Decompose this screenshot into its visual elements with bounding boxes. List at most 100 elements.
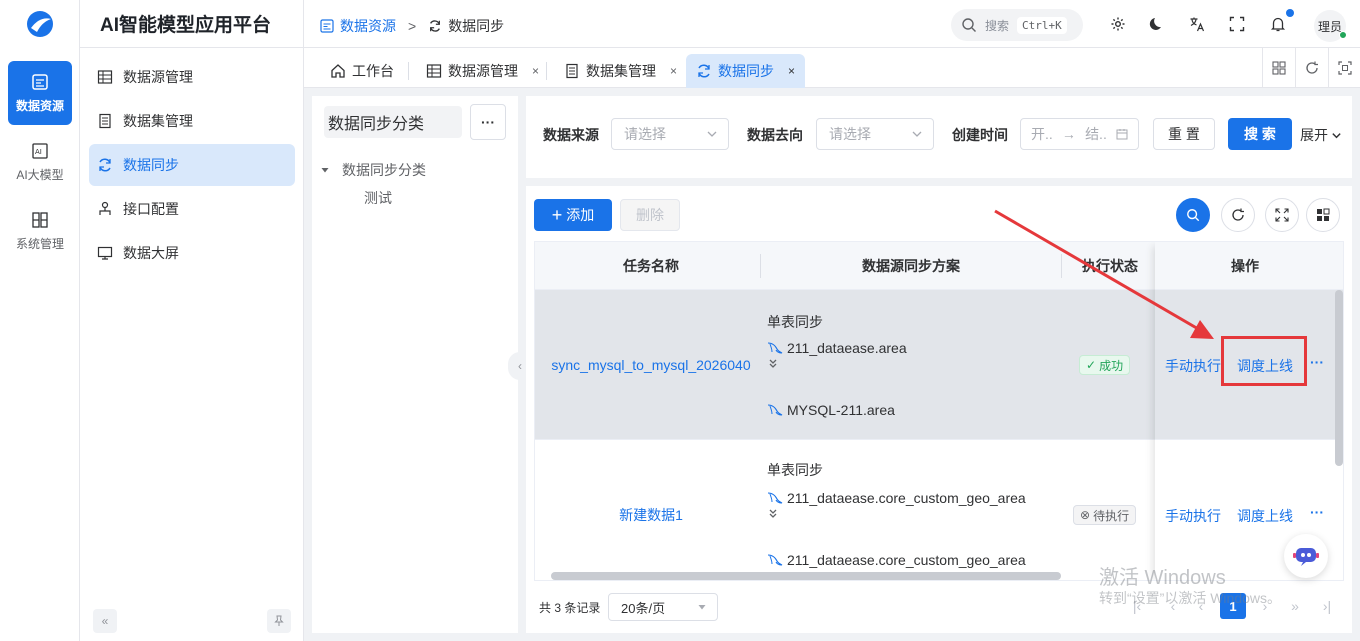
rail-item-data-resource[interactable]: 数据资源 [8, 61, 72, 125]
expand-filters-toggle[interactable]: 展开 [1300, 125, 1342, 145]
tab-close-icon[interactable]: × [788, 64, 795, 78]
fullscreen-icon[interactable] [1227, 14, 1247, 34]
tab-workbench[interactable]: 工作台 [320, 54, 404, 88]
total-records: 共 3 条记录 [539, 601, 601, 615]
plus-icon: + [551, 205, 563, 225]
menu-item-datasource[interactable]: 数据源管理 [89, 56, 295, 98]
sync-plan-cell: 单表同步 211_dataease.area MYSQL-211.area [767, 290, 1067, 440]
mysql-dolphin-icon [767, 491, 783, 505]
search-icon [961, 17, 977, 33]
rail-item-label: 系统管理 [15, 236, 64, 251]
settings-gear-icon[interactable] [1108, 14, 1128, 34]
app-logo-icon[interactable] [26, 10, 54, 38]
more-actions-icon[interactable]: ··· [1310, 504, 1324, 520]
mysql-dolphin-icon [767, 341, 783, 355]
table-refresh-icon[interactable] [1221, 198, 1255, 232]
reset-button[interactable]: 重 置 [1153, 118, 1215, 150]
rail-item-ai-model[interactable]: AI AI大模型 [8, 130, 72, 194]
dark-mode-moon-icon[interactable] [1147, 14, 1167, 34]
dataset-icon [564, 63, 580, 79]
add-button[interactable]: + 添加 [534, 199, 612, 231]
arrow-down-icon [767, 358, 779, 370]
ai-chip-icon: AI [31, 142, 49, 160]
schedule-online-link[interactable]: 调度上线 [1237, 506, 1293, 526]
interface-icon [97, 201, 113, 217]
close-circle-icon: ⊗ [1080, 508, 1091, 522]
tab-label: 数据同步 [718, 63, 774, 79]
tab-dataset[interactable]: 数据集管理 × [554, 54, 687, 88]
notification-bell-icon[interactable] [1268, 14, 1288, 34]
mysql-dolphin-icon [767, 553, 783, 567]
plan-type: 单表同步 [767, 314, 823, 330]
tree-node-child[interactable]: 测试 [364, 188, 392, 208]
status-badge: ⊗ 待执行 [1073, 505, 1137, 525]
home-icon [330, 63, 346, 79]
global-search[interactable]: 搜索 Ctrl+K [951, 9, 1083, 41]
check-circle-icon: ✓ [1086, 358, 1097, 372]
rail-item-system[interactable]: 系统管理 [8, 199, 72, 263]
layout-grid-icon[interactable] [1262, 48, 1294, 88]
menu-item-label: 数据集管理 [123, 113, 193, 129]
filter-bar: 数据来源 请选择 数据去向 请选择 创建时间 开.. → 结.. 重 置 搜 索… [526, 96, 1352, 178]
breadcrumb-item[interactable]: 数据资源 [340, 16, 396, 36]
vertical-scrollbar[interactable] [1335, 290, 1343, 466]
highlight-box [1221, 336, 1307, 386]
table-fullscreen-icon[interactable] [1265, 198, 1299, 232]
filter-time-label: 创建时间 [952, 127, 1008, 143]
search-button[interactable]: 搜 索 [1228, 118, 1292, 150]
date-range-picker[interactable]: 开.. → 结.. [1020, 118, 1139, 150]
more-actions-icon[interactable]: ··· [1310, 354, 1324, 370]
tab-data-sync[interactable]: 数据同步 × [686, 54, 806, 88]
table-panel: + 添加 删除 任务名称 数据源同步方案 执行状态 操作 sync_mysql_… [526, 186, 1352, 633]
tab-close-icon[interactable]: × [670, 64, 677, 78]
toggle-search-icon[interactable] [1176, 198, 1210, 232]
add-button-label: 添加 [566, 207, 595, 223]
column-header-status: 执行状态 [1082, 258, 1138, 274]
tab-divider [546, 62, 547, 80]
category-tree-panel: 数据同步分类 ··· 数据同步分类 测试 [312, 96, 518, 633]
dataset-icon [97, 113, 113, 129]
caret-down-icon [320, 165, 330, 175]
last-page-button[interactable]: ›| [1314, 593, 1340, 619]
column-header-task-name: 任务名称 [623, 258, 679, 274]
menu-item-dashboard[interactable]: 数据大屏 [89, 232, 295, 274]
page-size-select[interactable]: 20条/页 [608, 593, 718, 621]
search-shortcut: Ctrl+K [1017, 16, 1067, 34]
menu-item-interface[interactable]: 接口配置 [89, 188, 295, 230]
manual-run-link[interactable]: 手动执行 [1165, 356, 1221, 376]
horizontal-scrollbar[interactable] [551, 572, 1061, 580]
menu-item-label: 数据大屏 [123, 245, 179, 261]
actions-column: 手动执行 调度上线 ··· 手动执行 调度上线 ··· [1155, 242, 1335, 580]
tab-close-icon[interactable]: × [532, 64, 539, 78]
collapse-menu-button[interactable]: « [93, 609, 117, 633]
refresh-icon[interactable] [1295, 48, 1327, 88]
manual-run-link[interactable]: 手动执行 [1165, 506, 1221, 526]
caret-down-icon [697, 602, 707, 612]
breadcrumb: 数据资源 > 数据同步 [320, 16, 504, 36]
arrow-down-icon [767, 508, 779, 520]
task-name-link[interactable]: 新建数据1 [543, 440, 759, 580]
menu-item-dataset[interactable]: 数据集管理 [89, 100, 295, 142]
tab-divider [408, 62, 409, 80]
tree-node-root[interactable]: 数据同步分类 [320, 160, 426, 180]
menu-item-data-sync[interactable]: 数据同步 [89, 144, 295, 186]
delete-button[interactable]: 删除 [620, 199, 680, 231]
plan-target: MYSQL-211.area [767, 402, 895, 418]
status-text: 成功 [1099, 358, 1124, 373]
pin-icon[interactable] [267, 609, 291, 633]
tree-more-button[interactable]: ··· [470, 104, 506, 140]
expand-label: 展开 [1300, 127, 1328, 143]
top-header: 数据资源 > 数据同步 搜索 Ctrl+K 理员 [304, 0, 1360, 48]
task-name-link[interactable]: sync_mysql_to_mysql_2026040 [543, 290, 759, 439]
date-range-arrow: → [1061, 126, 1076, 142]
database-icon [31, 73, 49, 91]
tab-datasource[interactable]: 数据源管理 × [416, 54, 549, 88]
fast-next-button[interactable]: » [1282, 593, 1308, 619]
column-settings-icon[interactable] [1306, 198, 1340, 232]
maximize-icon[interactable] [1328, 48, 1360, 88]
source-select[interactable]: 请选择 [611, 118, 729, 150]
sync-task-table: 任务名称 数据源同步方案 执行状态 操作 sync_mysql_to_mysql… [534, 241, 1344, 581]
translate-icon[interactable] [1187, 14, 1207, 34]
assistant-robot-icon[interactable] [1284, 534, 1328, 578]
target-select[interactable]: 请选择 [816, 118, 934, 150]
